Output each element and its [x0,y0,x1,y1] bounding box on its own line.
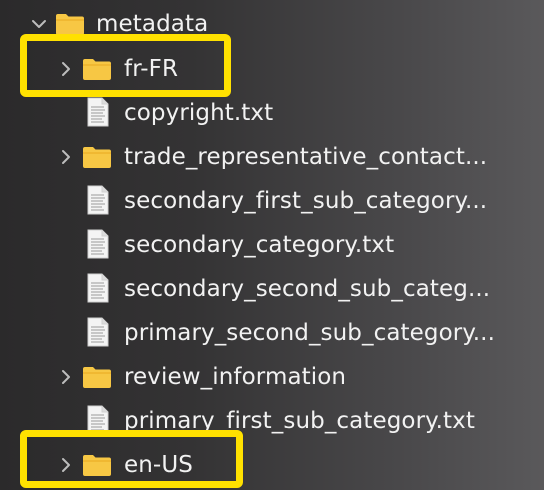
tree-row-primary-first-sub-category[interactable]: primary_first_sub_category.txt [0,398,544,442]
tree-item-label: fr-FR [124,56,179,82]
chevron-right-icon[interactable] [58,61,74,77]
chevron-right-icon[interactable] [58,149,74,165]
tree-row-en-us[interactable]: en-US [0,442,544,486]
tree-item-label: secondary_first_sub_category... [124,188,488,214]
text-file-icon [87,229,109,259]
folder-icon [82,145,112,169]
text-file-icon [87,317,109,347]
text-file-icon [87,97,109,127]
folder-icon [82,57,112,81]
folder-icon [55,12,85,36]
tree-item-label: metadata [96,11,209,37]
tree-row-secondary-category[interactable]: secondary_category.txt [0,222,544,266]
file-tree: metadata fr-FR copyright.txt trade_repre… [0,0,544,490]
tree-row-secondary-first-sub-category[interactable]: secondary_first_sub_category... [0,178,544,222]
text-file-icon [87,185,109,215]
tree-row-metadata[interactable]: metadata [0,2,544,46]
folder-icon [82,365,112,389]
tree-row-secondary-second-sub-category[interactable]: secondary_second_sub_categ... [0,266,544,310]
tree-row-primary-second-sub-category[interactable]: primary_second_sub_category... [0,310,544,354]
tree-item-label: secondary_category.txt [124,232,395,258]
tree-item-label: trade_representative_contact... [124,144,488,170]
chevron-right-icon[interactable] [58,457,74,473]
tree-item-label: secondary_second_sub_categ... [124,276,491,302]
tree-item-label: primary_second_sub_category... [124,320,495,346]
tree-row-copyright[interactable]: copyright.txt [0,90,544,134]
chevron-right-icon[interactable] [58,369,74,385]
folder-icon [82,453,112,477]
tree-item-label: primary_first_sub_category.txt [124,408,475,434]
tree-row-trade-representative[interactable]: trade_representative_contact... [0,134,544,178]
tree-item-label: review_information [124,364,347,390]
tree-row-review-information[interactable]: review_information [0,354,544,398]
tree-row-fr-fr[interactable]: fr-FR [0,46,544,90]
text-file-icon [87,273,109,303]
tree-item-label: en-US [124,452,193,478]
text-file-icon [87,405,109,435]
tree-item-label: copyright.txt [124,100,274,126]
chevron-down-icon[interactable] [31,16,47,32]
